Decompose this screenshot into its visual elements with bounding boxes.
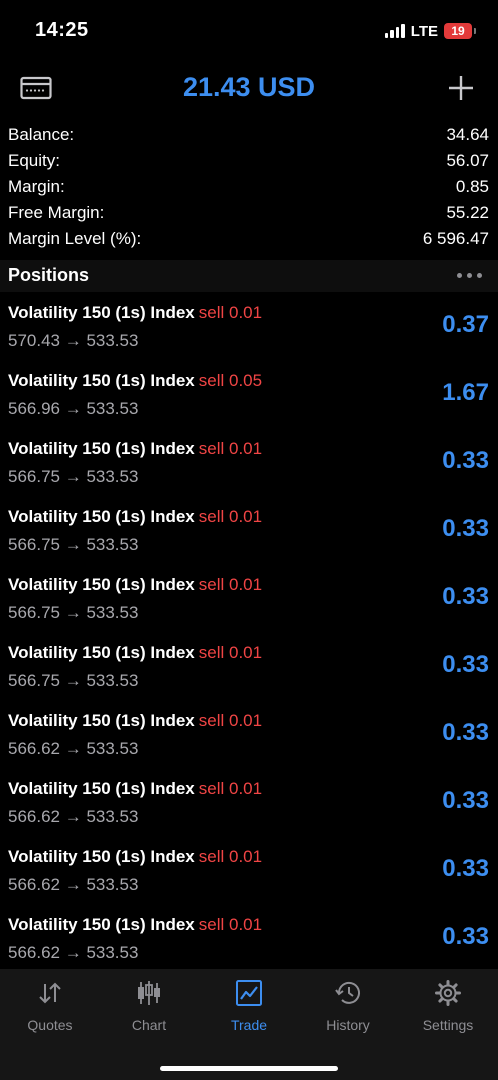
tab-label: Quotes [27, 1017, 73, 1033]
summary-value: 6 596.47 [422, 229, 489, 248]
position-prices: 566.75 → 533.53 [8, 603, 139, 622]
position-symbol: Volatility 150 (1s) Index [8, 915, 195, 934]
tab-quotes[interactable]: Quotes [0, 969, 100, 1041]
position-symbol: Volatility 150 (1s) Index [8, 643, 195, 662]
position-symbol: Volatility 150 (1s) Index [8, 439, 195, 458]
summary-label: Balance: [8, 125, 75, 144]
status-indicators: LTE 19 [384, 22, 476, 40]
trade-chart-icon [235, 979, 263, 1007]
position-prices: 566.96 → 533.53 [8, 399, 139, 418]
position-profit: 0.33 [442, 923, 489, 950]
position-symbol: Volatility 150 (1s) Index [8, 779, 195, 798]
summary-label: Margin: [8, 177, 65, 196]
position-profit: 0.33 [442, 855, 489, 882]
position-symbol: Volatility 150 (1s) Index [8, 847, 195, 866]
summary-value: 34.64 [446, 125, 489, 144]
position-row[interactable]: Volatility 150 (1s) Index sell 0.01 566.6… [0, 904, 498, 972]
position-side: sell 0.01 [198, 711, 263, 730]
position-prices: 566.75 → 533.53 [8, 535, 139, 554]
position-row[interactable]: Volatility 150 (1s) Index sell 0.01 566.7… [0, 632, 498, 700]
position-prices: 566.75 → 533.53 [8, 467, 139, 486]
network-type: LTE [410, 22, 438, 40]
trade-screen: 14:25 LTE 19 21.43 USD Balance: 34.64 Eq… [0, 0, 498, 1080]
summary-row-balance: Balance: 34.64 [0, 121, 498, 147]
summary-label: Margin Level (%): [8, 229, 142, 248]
summary-row-margin-level: Margin Level (%): 6 596.47 [0, 225, 498, 251]
position-symbol: Volatility 150 (1s) Index [8, 507, 195, 526]
account-summary: Balance: 34.64 Equity: 56.07 Margin: 0.8… [0, 121, 498, 251]
position-prices: 566.62 → 533.53 [8, 943, 139, 962]
position-symbol: Volatility 150 (1s) Index [8, 371, 195, 390]
position-prices: 566.62 → 533.53 [8, 875, 139, 894]
plus-icon[interactable] [446, 73, 476, 103]
tab-settings[interactable]: Settings [398, 969, 498, 1041]
position-symbol: Volatility 150 (1s) Index [8, 575, 195, 594]
summary-value: 56.07 [446, 151, 489, 170]
position-side: sell 0.01 [198, 303, 263, 322]
home-indicator[interactable] [160, 1066, 338, 1071]
battery-tip [474, 28, 476, 34]
position-side: sell 0.01 [198, 643, 263, 662]
summary-label: Equity: [8, 151, 60, 170]
tab-bar: Quotes Chart Trade History Settings [0, 969, 498, 1080]
position-profit: 0.33 [442, 719, 489, 746]
status-bar: 14:25 LTE 19 [0, 0, 498, 62]
account-profit-title: 21.43 USD [182, 72, 316, 102]
position-side: sell 0.01 [198, 915, 263, 934]
position-side: sell 0.01 [198, 439, 263, 458]
position-side: sell 0.01 [198, 575, 263, 594]
summary-value: 0.85 [455, 177, 489, 196]
position-row[interactable]: Volatility 150 (1s) Index sell 0.01 566.7… [0, 564, 498, 632]
summary-label: Free Margin: [8, 203, 105, 222]
position-prices: 566.62 → 533.53 [8, 807, 139, 826]
summary-value: 55.22 [446, 203, 489, 222]
battery-level: 19 [451, 24, 465, 38]
positions-section-header: Positions [0, 260, 498, 292]
position-prices: 566.75 → 533.53 [8, 671, 139, 690]
position-row[interactable]: Volatility 150 (1s) Index sell 0.01 566.6… [0, 836, 498, 904]
position-row[interactable]: Volatility 150 (1s) Index sell 0.01 566.6… [0, 700, 498, 768]
tab-trade[interactable]: Trade [199, 969, 299, 1041]
position-profit: 1.67 [442, 379, 489, 406]
position-profit: 0.33 [442, 447, 489, 474]
candlestick-chart-icon [135, 979, 163, 1007]
tab-label: Settings [422, 1017, 474, 1033]
position-row[interactable]: Volatility 150 (1s) Index sell 0.01 566.6… [0, 768, 498, 836]
summary-row-margin: Margin: 0.85 [0, 173, 498, 199]
header: 21.43 USD [0, 62, 498, 116]
position-profit: 0.33 [442, 651, 489, 678]
summary-row-free-margin: Free Margin: 55.22 [0, 199, 498, 225]
position-profit: 0.33 [442, 787, 489, 814]
positions-list: Volatility 150 (1s) Index sell 0.01 570.4… [0, 292, 498, 972]
gear-icon [434, 979, 462, 1007]
tab-label: History [326, 1017, 370, 1033]
more-options-icon[interactable] [457, 273, 482, 278]
position-side: sell 0.05 [198, 371, 263, 390]
battery-icon: 19 [444, 23, 472, 39]
position-symbol: Volatility 150 (1s) Index [8, 303, 195, 322]
status-time: 14:25 [35, 19, 89, 41]
tab-chart[interactable]: Chart [99, 969, 199, 1041]
position-symbol: Volatility 150 (1s) Index [8, 711, 195, 730]
summary-row-equity: Equity: 56.07 [0, 147, 498, 173]
tab-label: Chart [131, 1017, 167, 1033]
position-profit: 0.33 [442, 583, 489, 610]
tab-history[interactable]: History [298, 969, 398, 1041]
signal-strength-icon [384, 24, 405, 38]
position-row[interactable]: Volatility 150 (1s) Index sell 0.01 566.7… [0, 428, 498, 496]
tab-label: Trade [230, 1017, 268, 1033]
position-profit: 0.33 [442, 515, 489, 542]
position-prices: 570.43 → 533.53 [8, 331, 139, 350]
position-side: sell 0.01 [198, 507, 263, 526]
history-clock-icon [334, 979, 362, 1007]
quotes-arrows-icon [36, 979, 64, 1007]
positions-title: Positions [8, 265, 90, 285]
position-profit: 0.37 [442, 311, 489, 338]
position-prices: 566.62 → 533.53 [8, 739, 139, 758]
position-row[interactable]: Volatility 150 (1s) Index sell 0.05 566.9… [0, 360, 498, 428]
position-row[interactable]: Volatility 150 (1s) Index sell 0.01 570.4… [0, 292, 498, 360]
position-row[interactable]: Volatility 150 (1s) Index sell 0.01 566.7… [0, 496, 498, 564]
position-side: sell 0.01 [198, 779, 263, 798]
position-side: sell 0.01 [198, 847, 263, 866]
